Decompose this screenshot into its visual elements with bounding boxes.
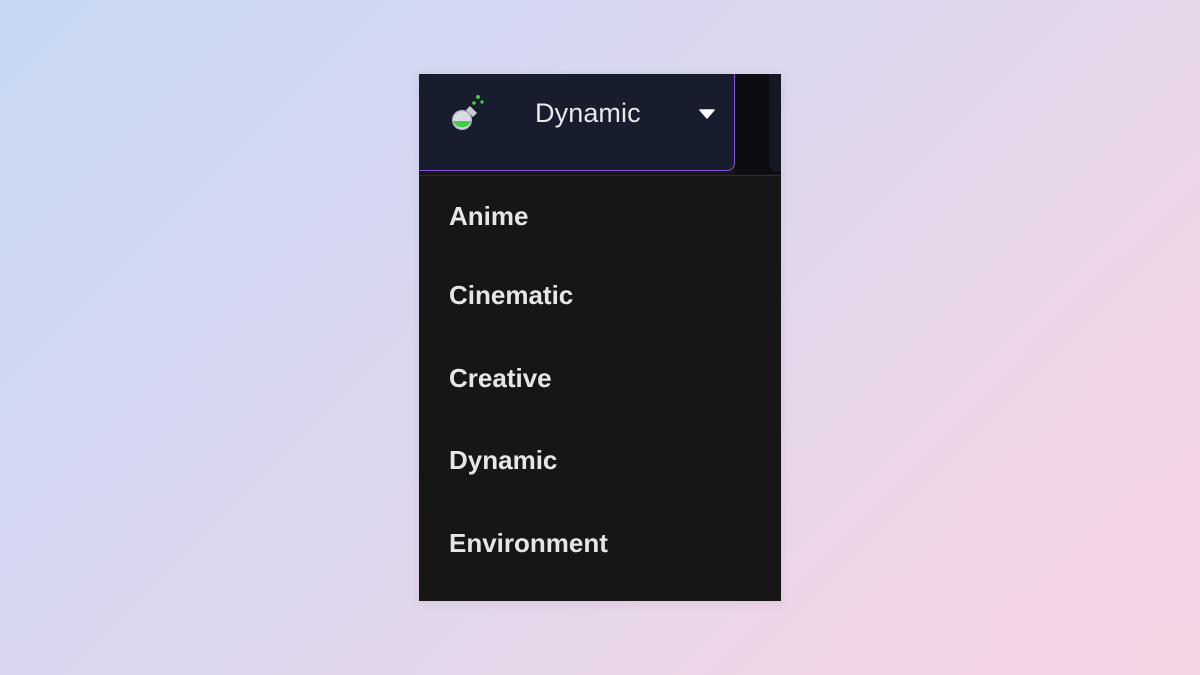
option-creative[interactable]: Creative [419,337,781,420]
adjacent-control-edge [769,74,781,172]
adjacent-control [735,74,781,174]
style-select-button[interactable]: Dynamic [419,74,735,171]
option-environment[interactable]: Environment [419,502,781,585]
style-dropdown: Dynamic Anime Cinematic Creative Dynamic… [419,74,781,601]
style-options-list: Anime Cinematic Creative Dynamic Environ… [419,176,781,584]
option-dynamic[interactable]: Dynamic [419,419,781,502]
flask-icon [451,95,484,131]
selected-style-label: Dynamic [535,98,641,128]
option-cinematic[interactable]: Cinematic [419,254,781,337]
caret-down-icon [699,109,715,119]
option-anime[interactable]: Anime [419,176,781,254]
